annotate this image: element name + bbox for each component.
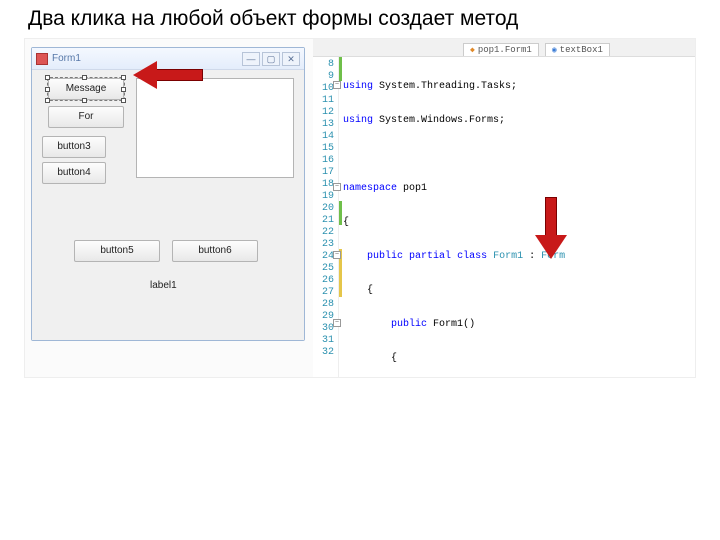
nav-class-label: pop1.Form1 [478, 45, 532, 55]
form-designer-window: Form1 — ▢ ✕ Message For button3 button4 … [31, 47, 305, 341]
selection-handle[interactable] [121, 87, 126, 92]
nav-dropdown-class[interactable]: ◆ pop1.Form1 [463, 43, 539, 56]
maximize-button[interactable]: ▢ [262, 52, 280, 66]
content-stage: Form1 — ▢ ✕ Message For button3 button4 … [24, 38, 696, 378]
nav-member-label: textBox1 [560, 45, 603, 55]
annotation-arrow-down [537, 197, 565, 259]
designer-button-for[interactable]: For [48, 106, 124, 128]
line-number: 32 [313, 347, 338, 359]
form-body[interactable]: Message For button3 button4 button5 butt… [32, 70, 304, 340]
selection-handle[interactable] [121, 98, 126, 103]
navbar: ◆ pop1.Form1 ◉ textBox1 [313, 39, 695, 57]
line-number-gutter: 8910111213141516171819202122232425262728… [313, 57, 339, 377]
designer-label[interactable]: label1 [150, 280, 177, 291]
designer-textbox[interactable] [136, 78, 294, 178]
line-number: 27 [313, 287, 338, 299]
form-icon [36, 53, 48, 65]
line-number: 13 [313, 119, 338, 131]
selection-handle[interactable] [45, 75, 50, 80]
line-number: 14 [313, 131, 338, 143]
selection-handle[interactable] [45, 87, 50, 92]
line-number: 23 [313, 239, 338, 251]
selection-handle[interactable] [121, 75, 126, 80]
selection-handle[interactable] [82, 75, 87, 80]
nav-dropdown-member[interactable]: ◉ textBox1 [545, 43, 610, 56]
line-number: 12 [313, 107, 338, 119]
line-number: 21 [313, 215, 338, 227]
line-number: 31 [313, 335, 338, 347]
code-area[interactable]: −using System.Threading.Tasks; using Sys… [343, 57, 695, 377]
minimize-button[interactable]: — [242, 52, 260, 66]
fold-icon[interactable]: − [333, 319, 341, 327]
class-icon: ◆ [470, 45, 475, 55]
form-title: Form1 [52, 53, 81, 64]
annotation-arrow-left [133, 63, 203, 87]
line-number: 15 [313, 143, 338, 155]
field-icon: ◉ [552, 45, 557, 55]
line-number: 17 [313, 167, 338, 179]
line-number: 8 [313, 59, 338, 71]
line-number: 20 [313, 203, 338, 215]
designer-button-5[interactable]: button5 [74, 240, 160, 262]
line-number: 19 [313, 191, 338, 203]
designer-button-6[interactable]: button6 [172, 240, 258, 262]
line-number: 22 [313, 227, 338, 239]
change-bar [339, 57, 342, 377]
selection-handle[interactable] [45, 98, 50, 103]
designer-button-message[interactable]: Message [48, 78, 124, 100]
line-number: 26 [313, 275, 338, 287]
line-number: 16 [313, 155, 338, 167]
code-editor[interactable]: ◆ pop1.Form1 ◉ textBox1 8910111213141516… [313, 39, 695, 377]
designer-button-3[interactable]: button3 [42, 136, 106, 158]
line-number: 11 [313, 95, 338, 107]
line-number: 25 [313, 263, 338, 275]
fold-icon[interactable]: − [333, 183, 341, 191]
selection-handle[interactable] [82, 98, 87, 103]
fold-icon[interactable]: − [333, 81, 341, 89]
fold-icon[interactable]: − [333, 251, 341, 259]
line-number: 28 [313, 299, 338, 311]
close-button[interactable]: ✕ [282, 52, 300, 66]
page-title: Два клика на любой объект формы создает … [0, 0, 720, 36]
designer-button-4[interactable]: button4 [42, 162, 106, 184]
